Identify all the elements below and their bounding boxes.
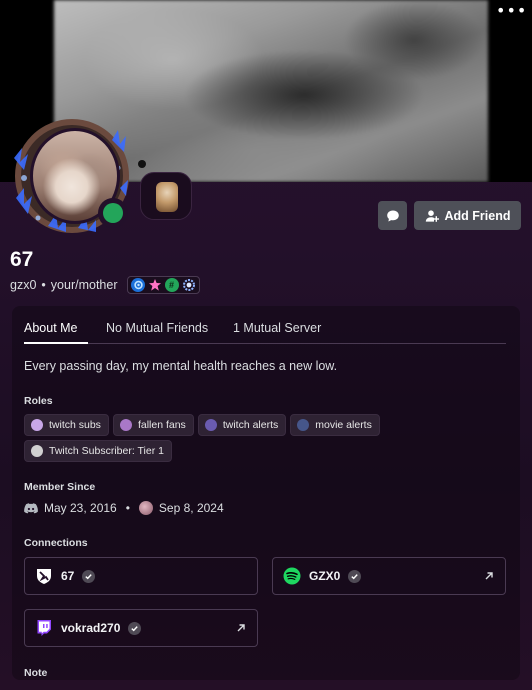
discord-logo-icon: [24, 502, 38, 513]
tab-mutual-servers[interactable]: 1 Mutual Server: [233, 316, 321, 344]
pronouns: your/mother: [50, 278, 118, 292]
custom-status-emoji: [156, 182, 178, 212]
role-chip[interactable]: twitch subs: [24, 414, 109, 436]
twitch-icon: [37, 620, 51, 636]
separator-dot: •: [41, 278, 46, 292]
server-boost-badge-icon[interactable]: [148, 278, 162, 292]
discord-member-date: May 23, 2016: [44, 501, 117, 515]
role-color-dot: [31, 419, 43, 431]
verified-check-icon: [82, 569, 96, 583]
role-label: Twitch Subscriber: Tier 1: [49, 445, 164, 457]
tab-mutual-friends[interactable]: No Mutual Friends: [106, 316, 216, 344]
connection-name: GZX0: [309, 569, 341, 583]
profile-tabs: About Me No Mutual Friends 1 Mutual Serv…: [24, 316, 506, 344]
username-row: gzx0 • your/mother #: [10, 276, 200, 294]
server-icon: [138, 501, 153, 515]
role-chip[interactable]: twitch alerts: [197, 414, 287, 436]
connection-name: vokrad270: [61, 621, 121, 635]
more-options-button[interactable]: •••: [496, 3, 526, 24]
member-since-row: May 23, 2016 • Sep 8, 2024: [24, 501, 224, 515]
role-label: twitch subs: [49, 419, 101, 431]
connection-card[interactable]: vokrad270: [24, 609, 258, 647]
external-link-icon[interactable]: [235, 622, 247, 634]
bio-text: Every passing day, my mental health reac…: [24, 359, 338, 373]
avatar[interactable]: [8, 118, 134, 234]
role-label: movie alerts: [315, 419, 372, 431]
role-color-dot: [297, 419, 310, 431]
connection-card[interactable]: 67: [24, 557, 258, 595]
profile-details-panel: About Me No Mutual Friends 1 Mutual Serv…: [12, 306, 520, 680]
connection-name: 67: [61, 569, 75, 583]
roles-heading: Roles: [24, 395, 53, 407]
role-label: twitch alerts: [222, 419, 279, 431]
add-user-icon: [425, 209, 439, 222]
role-chip[interactable]: Twitch Subscriber: Tier 1: [24, 440, 172, 462]
shield-logo-icon: [37, 569, 51, 584]
role-chip[interactable]: movie alerts: [290, 414, 380, 436]
chat-bubble-icon: [386, 210, 399, 221]
server-member-date: Sep 8, 2024: [158, 501, 224, 515]
status-indicator: [98, 198, 128, 228]
add-friend-button[interactable]: Add Friend: [414, 201, 521, 230]
spotify-icon: [283, 567, 301, 585]
roles-list: twitch subs fallen fans twitch alerts mo…: [24, 414, 504, 462]
connection-card[interactable]: GZX0: [272, 557, 506, 595]
hashtag-badge-icon[interactable]: #: [164, 278, 179, 292]
add-friend-label: Add Friend: [444, 208, 511, 223]
badge-list: #: [126, 276, 200, 294]
role-color-dot: [204, 419, 217, 431]
custom-status-bubble[interactable]: [140, 172, 192, 220]
role-color-dot: [119, 419, 132, 431]
role-color-dot: [31, 445, 43, 457]
username[interactable]: gzx0: [10, 278, 36, 292]
member-since-heading: Member Since: [24, 481, 96, 493]
user-profile-popout: ••• Add Friend 67 gzx0 • your/mother # A…: [0, 0, 532, 690]
quest-badge-icon[interactable]: [182, 278, 196, 292]
nitro-badge-icon[interactable]: [130, 278, 145, 292]
status-bubble-tail: [138, 160, 146, 168]
display-name: 67: [10, 248, 34, 271]
role-chip[interactable]: fallen fans: [112, 414, 194, 436]
online-status-icon: [103, 203, 123, 223]
tab-about-me[interactable]: About Me: [24, 316, 88, 344]
role-label: fallen fans: [137, 419, 186, 431]
note-heading: Note: [24, 667, 48, 679]
external-link-icon[interactable]: [483, 570, 495, 582]
verified-check-icon: [128, 621, 142, 635]
verified-check-icon: [348, 569, 362, 583]
separator-dot: •: [125, 501, 130, 515]
message-button[interactable]: [378, 201, 407, 230]
connections-heading: Connections: [24, 537, 88, 549]
